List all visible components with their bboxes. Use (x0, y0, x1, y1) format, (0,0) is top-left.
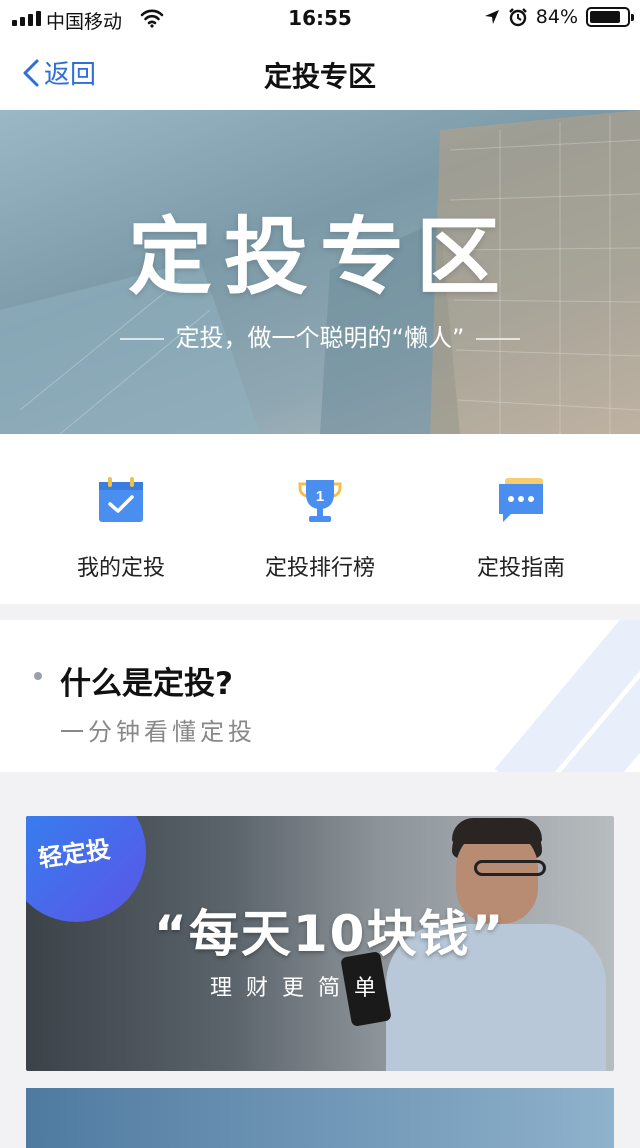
intro-question: 什么是定投? (60, 666, 233, 702)
menu-item-label: 定投指南 (476, 556, 565, 581)
intro-subtitle: 一分钟看懂定投 (60, 718, 256, 746)
promo-tagline: 理财更简单 (210, 976, 391, 1001)
banner-subtitle: 定投，做一个聪明的“懒人” (0, 318, 640, 353)
banner-subtitle-text: 定投，做一个聪明的“懒人” (175, 324, 465, 352)
divider (476, 338, 521, 340)
glasses-icon (474, 860, 546, 876)
banner-title: 定投专区 (127, 208, 512, 306)
battery-percent: 84% (535, 6, 578, 28)
menu-item-label: 我的定投 (76, 556, 165, 581)
menu-item-label: 定投排行榜 (264, 556, 375, 581)
trophy-icon: 1 (294, 474, 346, 526)
menu-item-guide[interactable]: 定投指南 (421, 474, 621, 582)
battery-icon (586, 7, 634, 27)
battery-fill (590, 11, 621, 23)
promo-headline: “每天10块钱” (154, 905, 506, 963)
person-illustration-hair (452, 818, 542, 844)
page-title: 定投专区 (263, 60, 376, 93)
bullet-dot (34, 672, 42, 680)
promo-banner[interactable]: 轻定投 “每天10块钱” 理财更简单 (26, 816, 614, 1071)
menu-item-my-plans[interactable]: 我的定投 (21, 474, 221, 582)
hero-banner: 定投专区 定投，做一个聪明的“懒人” (0, 110, 640, 434)
navigation-bar: 返回 定投专区 (0, 38, 640, 110)
quick-menu: 我的定投 1 定投排行榜 定投指南 (0, 434, 640, 604)
status-bar: 中国移动 16:55 84% (0, 0, 640, 38)
intro-card[interactable]: 什么是定投? 一分钟看懂定投 (0, 620, 640, 772)
chat-bubble-icon (495, 474, 547, 526)
svg-text:1: 1 (316, 488, 324, 505)
divider (119, 338, 164, 340)
location-arrow-icon (484, 10, 499, 24)
next-promo-banner[interactable] (26, 1088, 614, 1148)
alarm-icon (508, 8, 527, 27)
menu-item-ranking[interactable]: 1 定投排行榜 (220, 474, 420, 582)
status-right: 84% (484, 6, 634, 28)
calendar-check-icon (95, 474, 147, 526)
